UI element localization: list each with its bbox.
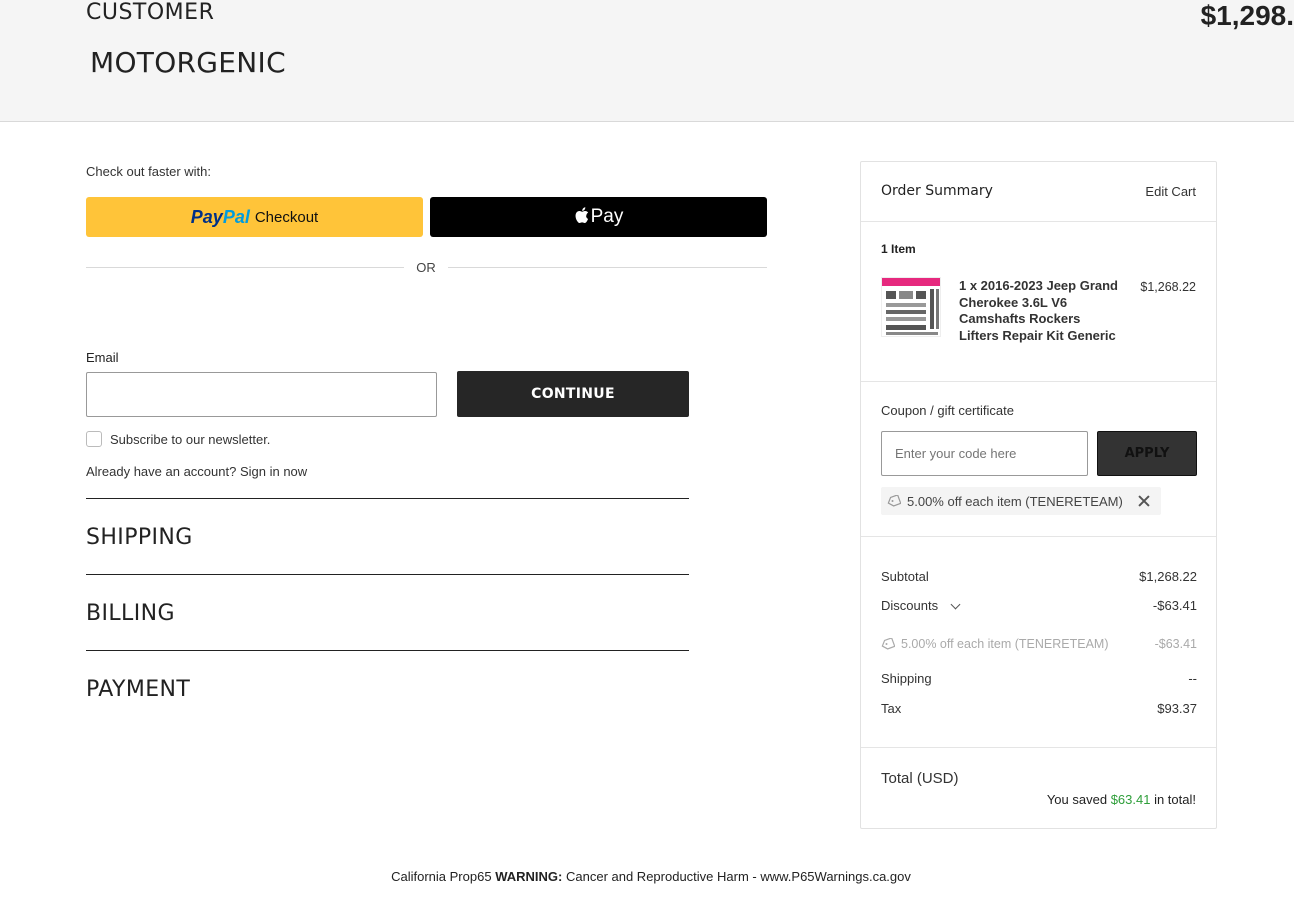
header-order-total: $1,298. — [1200, 0, 1294, 31]
remove-coupon-icon[interactable] — [1137, 494, 1151, 508]
prop65-prefix: California Prop65 — [391, 869, 492, 884]
sign-in-prompt: Already have an account? Sign in now — [86, 464, 307, 479]
email-label: Email — [86, 350, 119, 365]
savings-suffix: in total! — [1154, 792, 1196, 807]
newsletter-subscribe[interactable]: Subscribe to our newsletter. — [86, 431, 270, 447]
tag-icon — [881, 638, 895, 650]
paypal-checkout-button[interactable]: PayPal Checkout — [86, 197, 423, 237]
or-divider-text: OR — [416, 260, 436, 275]
or-divider: OR — [86, 260, 767, 276]
savings-amount: $63.41 — [1110, 792, 1151, 807]
savings-prefix: You saved — [1046, 792, 1108, 807]
chevron-down-icon[interactable] — [950, 599, 961, 610]
prop65-warning: California Prop65 WARNING: Cancer and Re… — [0, 869, 1294, 884]
discount-detail-label: 5.00% off each item (TENERETEAM) — [901, 637, 1109, 651]
subtotal-value: $1,268.22 — [1139, 569, 1197, 584]
product-name: 1 x 2016-2023 Jeep Grand Cherokee 3.6L V… — [959, 278, 1118, 343]
order-summary-title: Order Summary — [881, 183, 993, 199]
apple-icon — [574, 206, 589, 229]
checkout-header: CUSTOMER MOTORGENIC $1,298. — [0, 0, 1294, 122]
express-checkout-label: Check out faster with: — [86, 164, 211, 179]
tax-value: $93.37 — [1157, 701, 1197, 716]
summary-divider — [861, 381, 1216, 382]
order-summary-header: Order Summary Edit Cart — [861, 162, 1216, 222]
email-field[interactable] — [86, 372, 437, 417]
payment-section-title: PAYMENT — [86, 677, 191, 702]
prop65-suffix: Cancer and Reproductive Harm - www.P65Wa… — [565, 869, 911, 884]
discounts-toggle[interactable]: Discounts — [881, 598, 961, 613]
billing-section[interactable]: BILLING — [86, 574, 689, 650]
tag-icon — [887, 495, 901, 507]
edit-cart-link[interactable]: Edit Cart — [1145, 184, 1196, 199]
discounts-label: Discounts — [881, 598, 939, 613]
newsletter-checkbox[interactable] — [86, 431, 102, 447]
product-price: $1,268.22 — [1140, 280, 1196, 294]
total-label: Total (USD) — [881, 770, 959, 787]
account-prompt-text: Already have an account? — [86, 464, 237, 479]
order-summary: Order Summary Edit Cart 1 Item 1 x 2016-… — [860, 161, 1217, 829]
applied-coupon-tag: 5.00% off each item (TENERETEAM) — [881, 487, 1161, 515]
or-divider-line-left — [86, 267, 404, 268]
coupon-code-input[interactable] — [881, 431, 1088, 476]
savings-message: You saved $63.41 in total! — [1047, 792, 1196, 807]
summary-divider — [861, 747, 1216, 748]
summary-divider — [861, 536, 1216, 537]
apply-coupon-button[interactable]: APPLY — [1097, 431, 1197, 476]
header-section-label: CUSTOMER — [86, 0, 215, 25]
shipping-section[interactable]: SHIPPING — [86, 498, 689, 574]
tax-label: Tax — [881, 701, 902, 716]
store-brand[interactable]: MOTORGENIC — [90, 46, 286, 79]
paypal-checkout-label: Checkout — [254, 208, 319, 226]
apple-pay-button[interactable]: Pay — [430, 197, 767, 237]
newsletter-label[interactable]: Subscribe to our newsletter. — [110, 432, 270, 447]
product-thumbnail[interactable] — [881, 277, 941, 337]
subtotal-label: Subtotal — [881, 569, 929, 584]
item-count: 1 Item — [881, 242, 916, 256]
shipping-label: Shipping — [881, 671, 932, 686]
payment-section[interactable]: PAYMENT — [86, 650, 689, 726]
coupon-label: Coupon / gift certificate — [881, 403, 1014, 418]
paypal-logo: PayPal — [190, 206, 250, 227]
billing-section-title: BILLING — [86, 601, 175, 626]
sign-in-link[interactable]: Sign in now — [240, 464, 307, 479]
shipping-section-title: SHIPPING — [86, 525, 193, 550]
applied-coupon-text: 5.00% off each item (TENERETEAM) — [907, 493, 1123, 509]
discount-detail-value: -$63.41 — [1154, 637, 1197, 651]
discounts-value: -$63.41 — [1152, 598, 1197, 613]
apple-pay-label: Pay — [590, 206, 624, 227]
shipping-value: -- — [1188, 671, 1197, 686]
or-divider-line-right — [448, 267, 767, 268]
continue-button[interactable]: CONTINUE — [457, 371, 689, 417]
prop65-warning-label: WARNING: — [495, 869, 563, 884]
